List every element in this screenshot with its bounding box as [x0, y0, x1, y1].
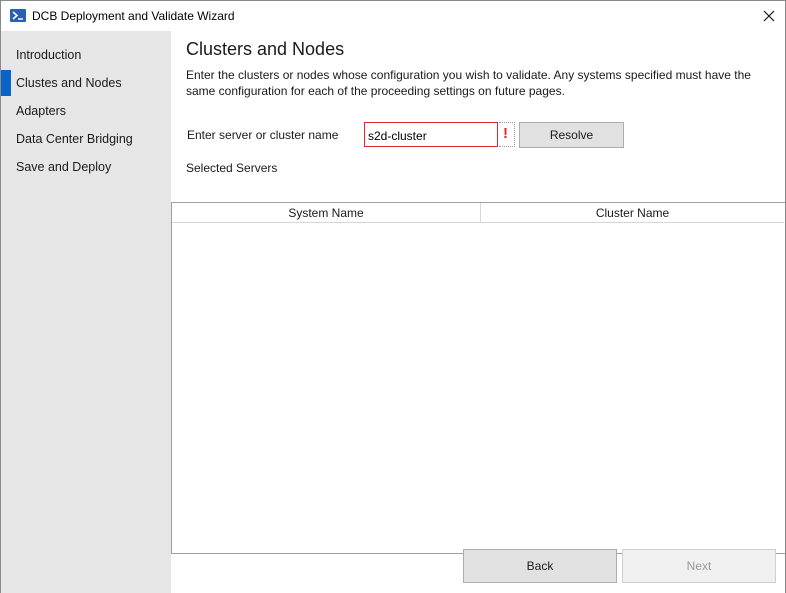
window-title: DCB Deployment and Validate Wizard: [32, 9, 235, 23]
sidebar-item-introduction[interactable]: Introduction: [1, 42, 171, 68]
sidebar-item-label: Adapters: [16, 104, 67, 118]
server-name-input[interactable]: [364, 122, 498, 147]
column-header-system-name[interactable]: System Name: [172, 203, 481, 223]
next-button[interactable]: Next: [622, 549, 776, 583]
wizard-steps-sidebar: Introduction Clustes and Nodes Adapters …: [1, 31, 171, 593]
close-icon: [763, 10, 775, 22]
column-header-cluster-name[interactable]: Cluster Name: [481, 203, 784, 223]
sidebar-item-label: Introduction: [16, 48, 82, 62]
sidebar-item-data-center-bridging[interactable]: Data Center Bridging: [1, 126, 171, 152]
sidebar-item-label: Data Center Bridging: [16, 132, 133, 146]
selected-servers-table[interactable]: System Name Cluster Name: [171, 202, 785, 554]
page-title: Clusters and Nodes: [186, 39, 345, 59]
sidebar-item-clusters-and-nodes[interactable]: Clustes and Nodes: [1, 70, 171, 96]
sidebar-item-adapters[interactable]: Adapters: [1, 98, 171, 124]
table-header: System Name Cluster Name: [172, 203, 784, 223]
selected-servers-label: Selected Servers: [186, 161, 278, 175]
wizard-window: DCB Deployment and Validate Wizard Intro…: [0, 0, 786, 593]
validation-error-area: !: [499, 122, 515, 147]
close-button[interactable]: [753, 1, 785, 31]
wizard-content: Clusters and Nodes Enter the clusters or…: [171, 31, 785, 593]
sidebar-item-label: Clustes and Nodes: [16, 76, 122, 90]
resolve-button[interactable]: Resolve: [519, 122, 624, 148]
server-name-label: Enter server or cluster name: [187, 128, 339, 142]
back-button[interactable]: Back: [463, 549, 617, 583]
powershell-icon: [10, 9, 26, 22]
active-step-indicator: [1, 70, 11, 96]
sidebar-item-save-and-deploy[interactable]: Save and Deploy: [1, 154, 171, 180]
sidebar-item-label: Save and Deploy: [16, 160, 112, 174]
error-icon: !: [503, 125, 508, 142]
page-description: Enter the clusters or nodes whose config…: [186, 68, 751, 98]
title-bar: DCB Deployment and Validate Wizard: [1, 1, 785, 31]
